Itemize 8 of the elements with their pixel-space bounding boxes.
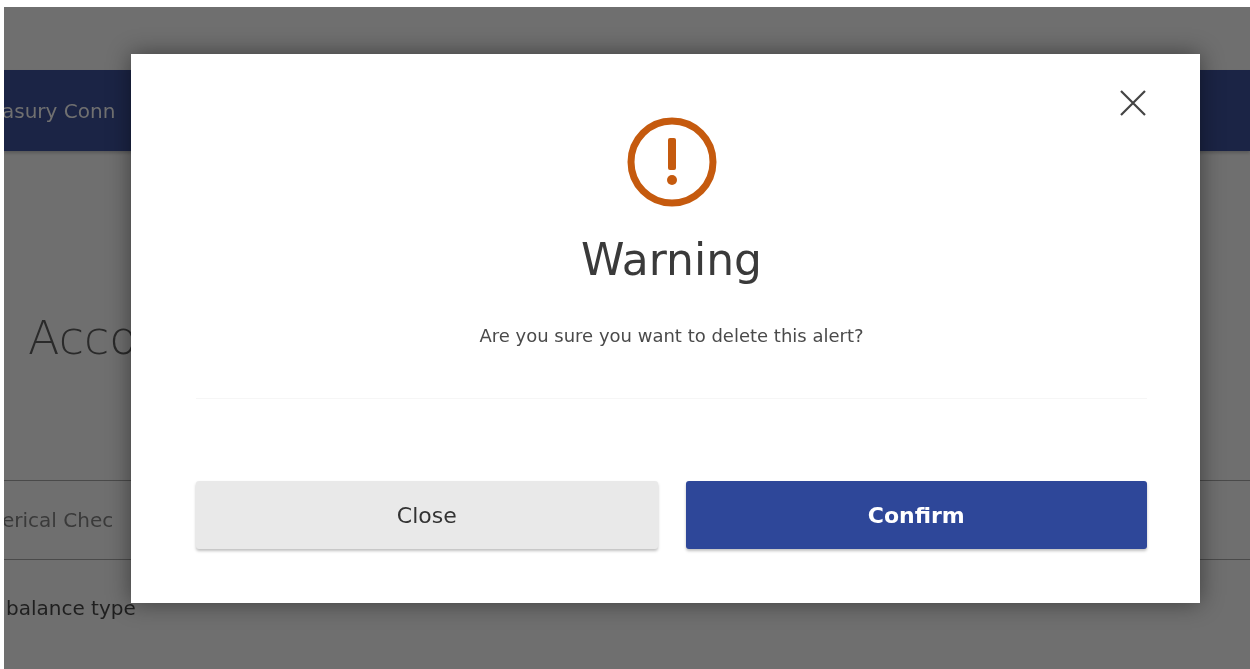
cancel-button[interactable]: Close	[196, 481, 658, 549]
field-label: balance type	[6, 596, 136, 620]
app-title: asury Conn	[4, 98, 116, 123]
confirm-button[interactable]: Confirm	[685, 481, 1147, 549]
dialog-message: Are you sure you want to delete this alert?	[479, 325, 864, 346]
close-icon[interactable]	[1118, 88, 1148, 118]
dialog-title: Warning	[581, 234, 762, 285]
warning-icon	[625, 116, 718, 208]
